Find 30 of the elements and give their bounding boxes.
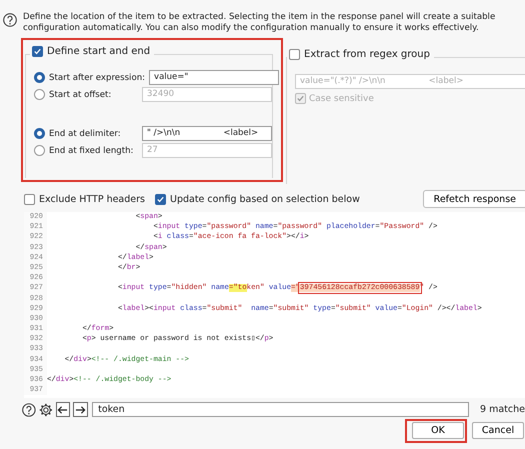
checkbox[interactable] (24, 194, 35, 204)
checkbox[interactable] (154, 194, 166, 204)
checkbox-label: Define start and end (47, 46, 150, 57)
search-field[interactable]: token (92, 402, 470, 417)
previous-button[interactable] (56, 402, 70, 417)
description-text: Define the location of the item to be extracted. Selecting the item in the response panel will create a suitable configuration automatically. You can also modify the configuration manually to ensure it works effectively. (23, 12, 496, 35)
next-button[interactable] (73, 402, 88, 417)
input-field[interactable]: value=" (149, 70, 280, 85)
radio-label: Start after expression: (49, 72, 146, 82)
radio-label: End at delimiter: (49, 128, 122, 138)
settings-icon[interactable] (38, 402, 53, 416)
help-icon[interactable] (3, 13, 17, 27)
radio-label: End at fixed length: (49, 146, 134, 156)
input-field[interactable]: " />\n\n <label> (142, 126, 272, 141)
checkbox[interactable] (289, 49, 300, 60)
radio-button[interactable] (34, 128, 45, 139)
checkbox-label: Update config based on selection below (170, 194, 360, 204)
ok-button[interactable]: OK (412, 422, 464, 439)
help-icon[interactable] (22, 402, 36, 416)
checkbox[interactable] (32, 46, 43, 57)
checkbox-label: Exclude HTTP headers (39, 194, 145, 204)
refetch-button[interactable]: Refetch response (422, 190, 525, 208)
checkbox-label: Extract from regex group (304, 49, 430, 60)
radio-label: Start at offset: (49, 90, 112, 100)
checkbox-label: Case sensitive (309, 94, 374, 104)
cancel-button[interactable]: Cancel (472, 422, 524, 439)
match-count: 9 matche (480, 404, 525, 415)
radio-button[interactable] (34, 72, 45, 83)
checkbox[interactable] (295, 93, 306, 104)
highlight-frame (405, 419, 467, 443)
